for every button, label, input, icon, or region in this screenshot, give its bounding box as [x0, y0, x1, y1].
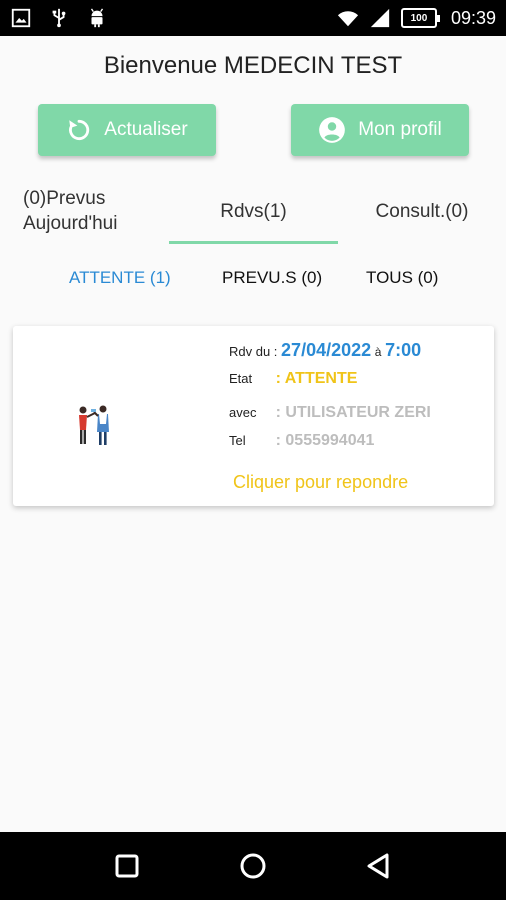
- tab-rdvs[interactable]: Rdvs(1): [169, 182, 338, 246]
- reply-link[interactable]: Cliquer pour repondre: [233, 472, 408, 493]
- tel-value: : 0555994041: [275, 432, 375, 449]
- tel-row: Tel : 0555994041: [229, 432, 374, 450]
- tab-prevus-count: (0)Prevus: [23, 188, 106, 209]
- profile-button[interactable]: Mon profil: [291, 104, 469, 156]
- recents-square-icon[interactable]: [113, 852, 141, 880]
- rdv-date-row: Rdv du : 27/04/2022 à 7:00: [229, 340, 421, 361]
- wifi-icon: [337, 11, 359, 27]
- system-nav-bar: [0, 832, 506, 900]
- doctor-patient-illustration-icon: [79, 405, 109, 445]
- refresh-button-label: Actualiser: [104, 119, 188, 140]
- tab-prevus-today[interactable]: (0)Prevus Aujourd'hui: [23, 182, 173, 246]
- signal-icon: [370, 8, 390, 28]
- tab-consult[interactable]: Consult.(0): [338, 182, 506, 246]
- status-bar: 100 09:39: [0, 0, 506, 36]
- avec-value: : UTILISATEUR ZERI: [275, 404, 431, 421]
- battery-level: 100: [410, 12, 428, 24]
- rdv-a-separator: à: [374, 345, 382, 359]
- etat-value: : ATTENTE: [275, 370, 358, 387]
- image-icon: [11, 8, 31, 28]
- home-circle-icon[interactable]: [239, 852, 267, 880]
- subtab-prevus[interactable]: PREVU.S (0): [222, 268, 322, 288]
- subtab-attente[interactable]: ATTENTE (1): [69, 268, 171, 288]
- etat-row: Etat : ATTENTE: [229, 370, 357, 388]
- rdv-label: Rdv du :: [229, 344, 278, 359]
- tab-prevus-today-label: Aujourd'hui: [23, 213, 118, 234]
- status-right-icons: 100 09:39: [337, 7, 496, 29]
- refresh-icon: [69, 119, 90, 141]
- avec-row: avec : UTILISATEUR ZERI: [229, 404, 431, 422]
- usb-icon: [52, 8, 66, 28]
- tab-active-indicator: [169, 241, 338, 244]
- etat-label: Etat: [229, 371, 253, 386]
- main-tabs: (0)Prevus Aujourd'hui Rdvs(1) Consult.(0…: [0, 182, 506, 246]
- rdv-date: 27/04/2022: [281, 340, 372, 360]
- rdv-time: 7:00: [385, 340, 422, 360]
- status-left-icons: [10, 7, 108, 29]
- profile-button-label: Mon profil: [358, 119, 442, 140]
- battery-icon: 100: [400, 8, 440, 28]
- welcome-title: Bienvenue MEDECIN TEST: [103, 52, 403, 79]
- status-time: 09:39: [450, 7, 496, 28]
- tel-label: Tel: [229, 433, 246, 448]
- subtab-tous[interactable]: TOUS (0): [366, 268, 438, 288]
- refresh-button[interactable]: Actualiser: [38, 104, 216, 156]
- android-icon: [90, 8, 104, 28]
- avec-label: avec: [229, 405, 257, 420]
- back-triangle-icon[interactable]: [365, 852, 393, 880]
- appointment-card[interactable]: Rdv du : 27/04/2022 à 7:00 Etat : ATTENT…: [13, 326, 494, 506]
- account-circle-icon: [319, 117, 346, 143]
